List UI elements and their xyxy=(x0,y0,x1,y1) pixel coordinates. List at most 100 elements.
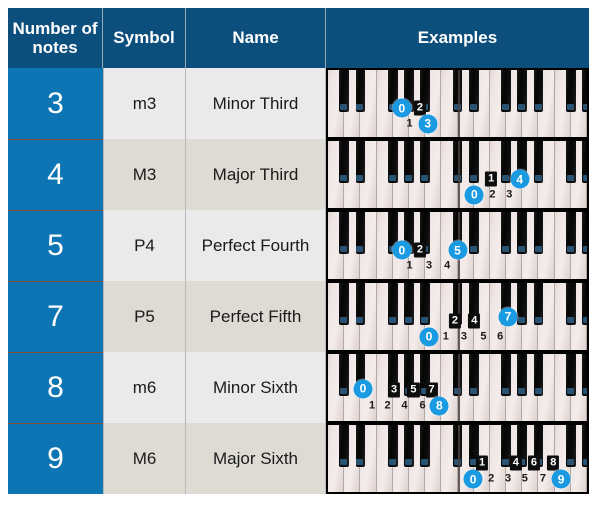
black-key xyxy=(420,141,430,183)
cell-example-keyboard: 01234 xyxy=(326,139,589,210)
black-key xyxy=(339,354,350,396)
black-key xyxy=(404,141,414,183)
black-key xyxy=(404,283,414,325)
table-row: 7 P5 Perfect Fifth 0 1 2 3 4 5 6 7 xyxy=(8,281,589,352)
cell-symbol: P5 xyxy=(103,281,186,352)
black-key xyxy=(517,212,528,254)
header-name: Name xyxy=(186,8,326,68)
black-key xyxy=(420,425,430,467)
black-key xyxy=(355,283,366,325)
black-key xyxy=(565,212,576,254)
fingering-marker: 5 xyxy=(480,330,487,343)
fingering-marker: 1 xyxy=(442,330,449,343)
black-key xyxy=(501,70,511,112)
fingering-marker: 2 xyxy=(448,313,461,329)
black-key xyxy=(517,354,528,396)
black-key xyxy=(533,70,544,112)
intervals-table: Number of notes Symbol Name Examples 3 m3… xyxy=(8,8,589,495)
cell-symbol: M3 xyxy=(103,139,186,210)
black-key xyxy=(533,354,544,396)
fingering-marker: 6 xyxy=(419,399,426,412)
fingering-marker: 0 xyxy=(353,379,373,399)
black-key xyxy=(468,212,479,254)
piano-keyboard: 0123456789 xyxy=(328,425,587,492)
black-key xyxy=(582,212,587,254)
fingering-marker: 2 xyxy=(413,242,426,258)
table-body: 3 m3 Minor Third 0 2 1 3 4 M3 Major Third 0 1 2 3 4 5 P4… xyxy=(8,68,589,494)
header-number-of-notes: Number of notes xyxy=(8,8,103,68)
fingering-marker: 4 xyxy=(510,169,530,189)
fingering-marker: 3 xyxy=(387,382,401,398)
fingering-marker: 6 xyxy=(497,330,504,343)
fingering-marker: 4 xyxy=(509,455,522,471)
keyboard-seam xyxy=(457,354,460,421)
black-key xyxy=(501,354,511,396)
piano-keyboard: 021345 xyxy=(328,212,587,279)
cell-symbol: m6 xyxy=(103,352,186,423)
cell-number-of-notes: 4 xyxy=(8,139,103,210)
black-key xyxy=(582,283,587,325)
fingering-marker: 4 xyxy=(444,259,451,272)
black-key xyxy=(565,425,576,467)
fingering-marker: 2 xyxy=(488,472,495,485)
fingering-marker: 7 xyxy=(539,472,547,485)
black-key xyxy=(339,212,350,254)
black-key xyxy=(582,354,587,396)
fingering-marker: 4 xyxy=(468,313,481,329)
cell-number-of-notes: 3 xyxy=(8,68,103,139)
black-key xyxy=(533,283,544,325)
fingering-marker: 1 xyxy=(406,259,413,272)
cell-example-keyboard: 0123456 7 xyxy=(326,281,589,352)
cell-number-of-notes: 9 xyxy=(8,423,103,494)
table-header-row: Number of notes Symbol Name Examples xyxy=(8,8,589,68)
fingering-marker: 3 xyxy=(504,472,512,485)
black-key xyxy=(355,70,366,112)
black-key xyxy=(565,283,576,325)
table-row: 9 M6 Major Sixth 0 1 2 3 4 5 6 7 8 9 xyxy=(8,423,589,494)
fingering-marker: 5 xyxy=(448,240,467,260)
fingering-marker: 3 xyxy=(460,330,468,343)
header-symbol: Symbol xyxy=(103,8,186,68)
black-key xyxy=(387,141,398,183)
black-key xyxy=(517,283,528,325)
cell-example-keyboard: 021345 xyxy=(326,210,589,281)
black-key xyxy=(582,141,587,183)
fingering-marker: 1 xyxy=(485,171,498,187)
black-key xyxy=(468,141,479,183)
cell-example-keyboard: 0213 xyxy=(326,68,589,139)
black-key xyxy=(517,70,528,112)
black-key xyxy=(582,70,587,112)
header-examples: Examples xyxy=(326,8,589,68)
cell-example-keyboard: 012345678 xyxy=(326,352,589,423)
cell-symbol: P4 xyxy=(103,210,186,281)
cell-number-of-notes: 7 xyxy=(8,281,103,352)
cell-interval-name: Major Third xyxy=(186,139,326,210)
black-key xyxy=(387,425,398,467)
black-key xyxy=(565,70,576,112)
piano-keyboard: 0123456 7 xyxy=(328,283,587,350)
fingering-marker: 1 xyxy=(476,455,489,471)
fingering-marker: 4 xyxy=(401,399,408,412)
fingering-marker: 9 xyxy=(551,469,571,489)
cell-number-of-notes: 5 xyxy=(8,210,103,281)
piano-keyboard: 01234 xyxy=(328,141,587,208)
fingering-marker: 0 xyxy=(463,469,483,489)
fingering-marker: 8 xyxy=(547,455,560,471)
table-row: 5 P4 Perfect Fourth 0 2 1 3 4 5 xyxy=(8,210,589,281)
black-key xyxy=(533,141,544,183)
keyboard-seam xyxy=(457,425,460,492)
black-key xyxy=(468,70,479,112)
fingering-marker: 1 xyxy=(406,117,413,130)
black-key xyxy=(565,354,576,396)
fingering-marker: 3 xyxy=(425,259,433,272)
cell-example-keyboard: 0123456789 xyxy=(326,423,589,494)
cell-interval-name: Perfect Fifth xyxy=(186,281,326,352)
fingering-marker: 5 xyxy=(521,472,528,485)
fingering-marker: 2 xyxy=(489,188,496,201)
table-row: 3 m3 Minor Third 0 2 1 3 xyxy=(8,68,589,139)
cell-interval-name: Major Sixth xyxy=(186,423,326,494)
fingering-marker: 0 xyxy=(419,327,439,347)
cell-symbol: M6 xyxy=(103,423,186,494)
keyboard-seam xyxy=(457,141,460,208)
cell-symbol: m3 xyxy=(103,68,186,139)
